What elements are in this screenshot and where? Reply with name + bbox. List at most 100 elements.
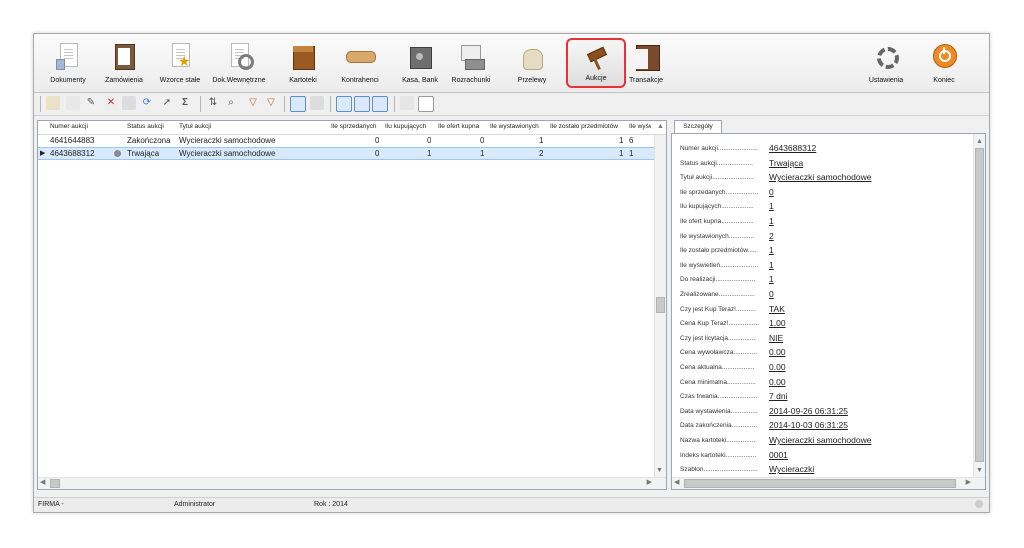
ribbon-koniec-button[interactable]: Koniec [926,37,962,89]
detail-value-link[interactable]: 2 [769,231,774,241]
table-row-selected[interactable]: ▶ 4643688312 Trwająca Wycieraczki samoch… [38,147,655,160]
grid-horizontal-scrollbar[interactable]: ◀ ▶ [38,477,666,489]
ribbon-kasa-bank-button[interactable]: Kasa, Bank [398,37,442,89]
resize-grip-icon[interactable] [975,500,983,508]
power-icon [930,41,958,71]
status-rok: Rok : 2014 [314,501,348,508]
detail-value-link[interactable]: NIE [769,333,783,343]
ribbon-aukcje-button[interactable]: Aukcje [566,38,626,88]
ribbon-rozrachunki-button[interactable]: Rozrachunki [448,37,494,89]
detail-value-link[interactable]: Wycieraczki samochodowe [769,435,871,445]
scroll-up-icon[interactable]: ▲ [976,137,983,147]
detail-label: Ile sprzedanych.................. [680,188,759,196]
ribbon-transakcje-button[interactable]: Transakcje [626,37,666,89]
table-row[interactable]: 4641644883 Zakończona Wycieraczki samoch… [38,135,655,147]
ribbon-toolbar: Dokumenty Zamówienia ★ Wzorce stałe Dok.… [34,34,989,93]
details-horizontal-scrollbar[interactable]: ◀ ▶ [672,477,985,489]
scroll-down-icon[interactable]: ▼ [656,466,663,476]
detail-value-link[interactable]: 0 [769,289,774,299]
detail-value-link[interactable]: 1 [769,260,774,270]
view-document-icon[interactable] [290,96,306,112]
ribbon-zamowienia-button[interactable]: Zamówienia [101,37,147,89]
ribbon-kartoteki-button[interactable]: Kartoteki [285,37,321,89]
detail-value-link[interactable]: 1 [769,201,774,211]
filter-icon[interactable]: ▽ [246,96,260,110]
move-icon[interactable]: ➚ [160,96,174,110]
delete-icon[interactable]: ✕ [104,96,118,110]
detail-value-link[interactable]: 0 [769,187,774,197]
refresh-icon[interactable]: ⟳ [140,96,154,110]
tab-szczegoly[interactable]: Szczegóły [674,120,722,133]
ribbon-dok-wewnetrzne-button[interactable]: Dok.Wewnętrzne [208,37,270,89]
col-header-status[interactable]: Status aukcji [127,123,177,130]
detail-value-link[interactable]: Wycieraczki samochodowe [769,172,871,182]
detail-value-link[interactable]: Trwająca [769,158,803,168]
col-header-zostalo[interactable]: Ile zostało przedmiotów [550,123,628,130]
detail-value-link[interactable]: 0.00 [769,377,786,387]
detail-value-link[interactable]: 1 [769,245,774,255]
new-icon[interactable] [46,96,60,110]
scroll-thumb[interactable] [684,479,956,488]
detail-value-link[interactable]: TAK [769,304,785,314]
col-header-tytul[interactable]: Tytuł aukcji [179,123,329,130]
detail-label: Nazwa kartoteki................ [680,437,756,444]
ribbon-dokumenty-button[interactable]: Dokumenty [42,37,94,89]
cell-kupujacych: 0 [427,136,432,145]
cell-zostalo: 1 [619,149,624,158]
ribbon-label: Kasa, Bank [402,77,438,84]
col-header-kupujacych[interactable]: Ilu kupujących [385,123,437,130]
print-icon[interactable] [122,96,136,110]
copy-icon[interactable] [418,96,434,112]
filter-clear-icon[interactable]: ▽ [264,96,278,110]
col-header-wysw[interactable]: Ile wyśw [629,123,651,130]
grid-vertical-scrollbar[interactable]: ▼ [654,135,666,478]
detail-value-link[interactable]: 0.00 [769,347,786,357]
detail-label: Do realizacji...................... [680,276,756,284]
sort-icon[interactable]: ⇅ [206,96,220,110]
ribbon-kontrahenci-button[interactable]: Kontrahenci [337,37,383,89]
scroll-down-icon[interactable]: ▼ [976,466,983,476]
detail-value-link[interactable]: 0.00 [769,362,786,372]
scroll-right-icon[interactable]: ▶ [647,478,652,488]
edit-icon[interactable]: ✎ [84,96,98,110]
sum-icon[interactable]: Σ [178,96,192,110]
columns-icon[interactable] [400,96,414,110]
calculator-icon[interactable] [310,96,324,110]
scroll-left-icon[interactable]: ◀ [40,478,45,488]
detail-value-link[interactable]: 2014-09-26 06:31:25 [769,406,848,416]
detail-value-link[interactable]: 0001 [769,450,788,460]
cell-tytul: Wycieraczki samochodowe [179,149,276,158]
ribbon-wzorce-button[interactable]: ★ Wzorce stałe [154,37,206,89]
detail-value-link[interactable]: 7 dni [769,391,787,401]
detail-value-link[interactable]: 4643688312 [769,143,816,153]
ribbon-label: Dok.Wewnętrzne [212,77,266,84]
layout-1-icon[interactable] [336,96,352,112]
scroll-left-icon[interactable]: ◀ [674,478,679,488]
search-icon[interactable]: ⌕ [224,96,238,110]
ribbon-label: Rozrachunki [451,77,491,84]
scroll-up-icon[interactable]: ▲ [657,122,664,132]
detail-value-link[interactable]: 1.00 [769,318,786,328]
ribbon-ustawienia-button[interactable]: Ustawienia [864,37,908,89]
col-header-sprzedanych[interactable]: Ile sprzedanych [331,123,384,130]
scroll-thumb[interactable] [50,479,60,488]
layout-2-icon[interactable] [354,96,370,112]
col-header-numer[interactable]: Numer aukcji [50,123,122,130]
scroll-thumb[interactable] [656,297,665,313]
col-header-wystawionych[interactable]: Ile wystawionych [490,123,548,130]
detail-value-link[interactable]: 2014-10-03 06:31:25 [769,420,848,430]
col-header-ofert[interactable]: Ile ofert kupna [438,123,488,130]
detail-value-link[interactable]: 1 [769,274,774,284]
scroll-right-icon[interactable]: ▶ [966,478,971,488]
ribbon-label: Kontrahenci [341,77,379,84]
details-vertical-scrollbar[interactable]: ▲ ▼ [973,134,985,478]
layout-3-icon[interactable] [372,96,388,112]
detail-value-link[interactable]: Wycieraczki [769,464,814,474]
details-list: Numer aukcji...................... 464368… [671,133,986,490]
status-user: Administrator [174,501,216,508]
scroll-thumb[interactable] [975,148,984,462]
add-icon[interactable] [66,96,80,110]
ribbon-przelewy-button[interactable]: Przelewy [511,37,553,89]
detail-value-link[interactable]: 1 [769,216,774,226]
documents-icon [54,41,82,71]
